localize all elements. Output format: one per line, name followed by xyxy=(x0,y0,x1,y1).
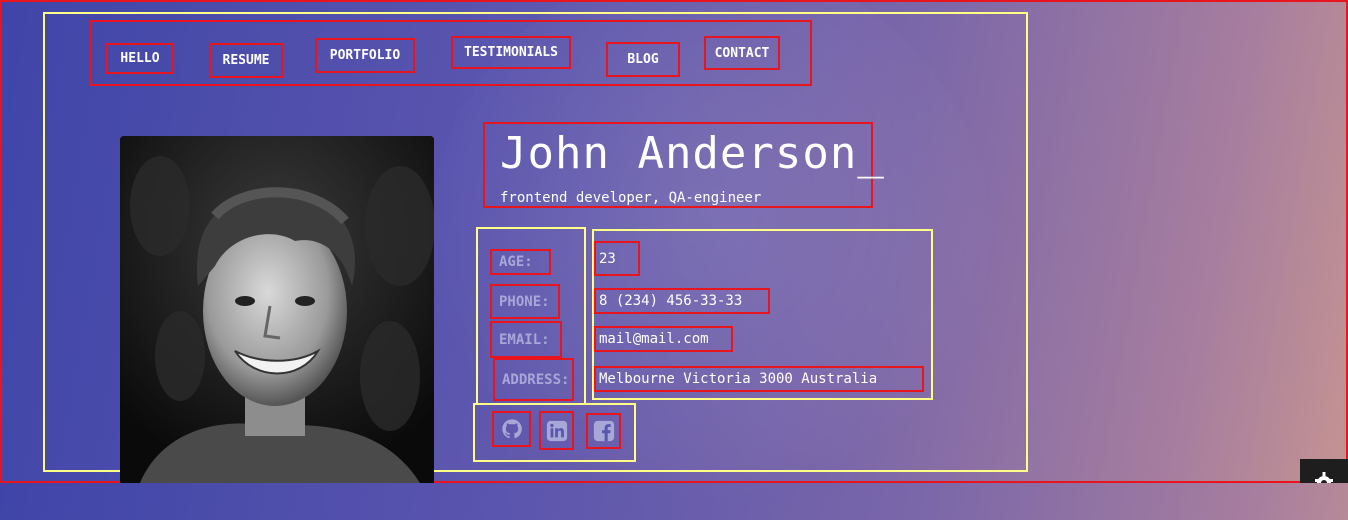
nav-portfolio[interactable]: PORTFOLIO xyxy=(315,38,415,73)
facebook-link[interactable] xyxy=(586,413,621,449)
label-phone: PHONE: xyxy=(490,284,560,319)
github-icon xyxy=(501,419,522,439)
nav-blog[interactable]: BLOG xyxy=(606,42,680,77)
nav-resume[interactable]: RESUME xyxy=(209,43,283,78)
nav-testimonials[interactable]: TESTIMONIALS xyxy=(451,36,571,69)
linkedin-icon xyxy=(546,420,567,441)
linkedin-link[interactable] xyxy=(539,411,574,450)
label-email: EMAIL: xyxy=(490,321,562,358)
label-age: AGE: xyxy=(490,249,551,275)
gear-icon xyxy=(1315,472,1333,483)
value-email[interactable]: mail@mail.com xyxy=(594,326,733,352)
settings-button[interactable] xyxy=(1300,459,1348,483)
label-address: ADDRESS: xyxy=(493,358,574,401)
value-phone[interactable]: 8 (234) 456-33-33 xyxy=(594,288,770,314)
github-link[interactable] xyxy=(492,411,531,447)
nav-hello[interactable]: HELLO xyxy=(106,43,174,74)
profile-photo-image xyxy=(120,136,434,483)
nav-contact[interactable]: CONTACT xyxy=(704,36,780,70)
facebook-icon xyxy=(593,420,614,442)
value-address: Melbourne Victoria 3000 Australia xyxy=(594,366,924,392)
profile-subtitle: frontend developer, QA-engineer xyxy=(500,190,762,206)
profile-name: John Anderson_ xyxy=(500,128,885,179)
profile-photo xyxy=(120,136,434,483)
value-age: 23 xyxy=(594,241,640,276)
